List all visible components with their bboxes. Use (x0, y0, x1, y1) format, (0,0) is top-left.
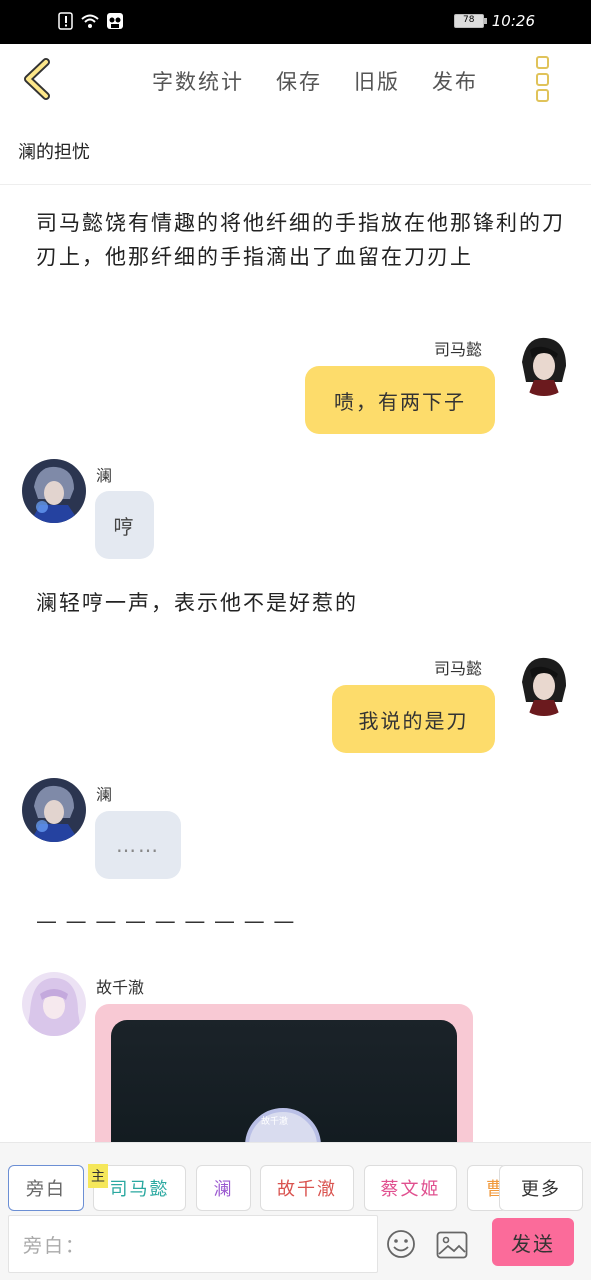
sender-name: 澜 (96, 466, 113, 485)
image-icon[interactable] (436, 1231, 468, 1259)
send-button[interactable]: 发送 (492, 1218, 574, 1266)
role-chip-lan[interactable]: 澜 (196, 1165, 251, 1211)
scene-separator[interactable]: — — — — — — — — — (36, 904, 566, 938)
more-roles-button[interactable]: 更多 (499, 1165, 583, 1211)
more-vertical-icon[interactable] (536, 56, 550, 102)
sender-name: 司马懿 (434, 659, 483, 678)
word-count-button[interactable]: 字数统计 (152, 66, 244, 96)
document-title[interactable]: 澜的担忧 (18, 138, 90, 164)
battery-indicator: 78 (453, 14, 487, 28)
smiley-icon[interactable] (386, 1229, 416, 1259)
status-time: 10:26 (491, 12, 535, 30)
avatar-simayi[interactable] (512, 652, 576, 716)
narration-text[interactable]: 司马懿饶有情趣的将他纤细的手指放在他那锋利的刀刃上，他那纤细的手指滴出了血留在刀… (36, 206, 566, 274)
image-caption: 故千澈 (261, 1117, 289, 1127)
narration-text[interactable]: 澜轻哼一声，表示他不是好惹的 (36, 586, 566, 620)
sender-name: 故千澈 (96, 978, 145, 997)
publish-button[interactable]: 发布 (432, 66, 478, 96)
divider (0, 184, 591, 185)
avatar-guqianche[interactable] (22, 972, 86, 1036)
message-bubble[interactable]: …… (95, 811, 181, 879)
status-bar: 78 10:26 (0, 0, 591, 44)
image-message[interactable]: 故千澈 (95, 1004, 473, 1170)
old-version-button[interactable]: 旧版 (354, 66, 400, 96)
message-bubble[interactable]: 啧，有两下子 (305, 366, 495, 434)
message-input[interactable]: 旁白： (8, 1215, 378, 1273)
status-icons (58, 12, 124, 30)
message-bubble[interactable]: 我说的是刀 (332, 685, 495, 753)
main-role-badge: 主 (88, 1164, 108, 1188)
sender-name: 澜 (96, 785, 113, 804)
app-icon (107, 13, 123, 29)
avatar-lan[interactable] (22, 459, 86, 523)
message-bubble[interactable]: 哼 (95, 491, 154, 559)
role-chip-narrator[interactable]: 旁白 (8, 1165, 84, 1211)
avatar-simayi[interactable] (512, 332, 576, 396)
save-button[interactable]: 保存 (276, 66, 322, 96)
avatar-lan[interactable] (22, 778, 86, 842)
chevron-left-icon[interactable] (18, 56, 58, 102)
wifi-icon (81, 14, 99, 28)
role-chip-caiwenji[interactable]: 蔡文姬 (364, 1165, 457, 1211)
alert-icon (58, 12, 73, 30)
composer-panel: 旁白 司马懿 澜 故千澈 蔡文姬 曹 更多 旁白： 发送 (0, 1142, 591, 1280)
editor-toolbar: 字数统计 保存 旧版 发布 (0, 44, 591, 116)
role-chip-guqianche[interactable]: 故千澈 (260, 1165, 354, 1211)
sender-name: 司马懿 (434, 340, 483, 359)
